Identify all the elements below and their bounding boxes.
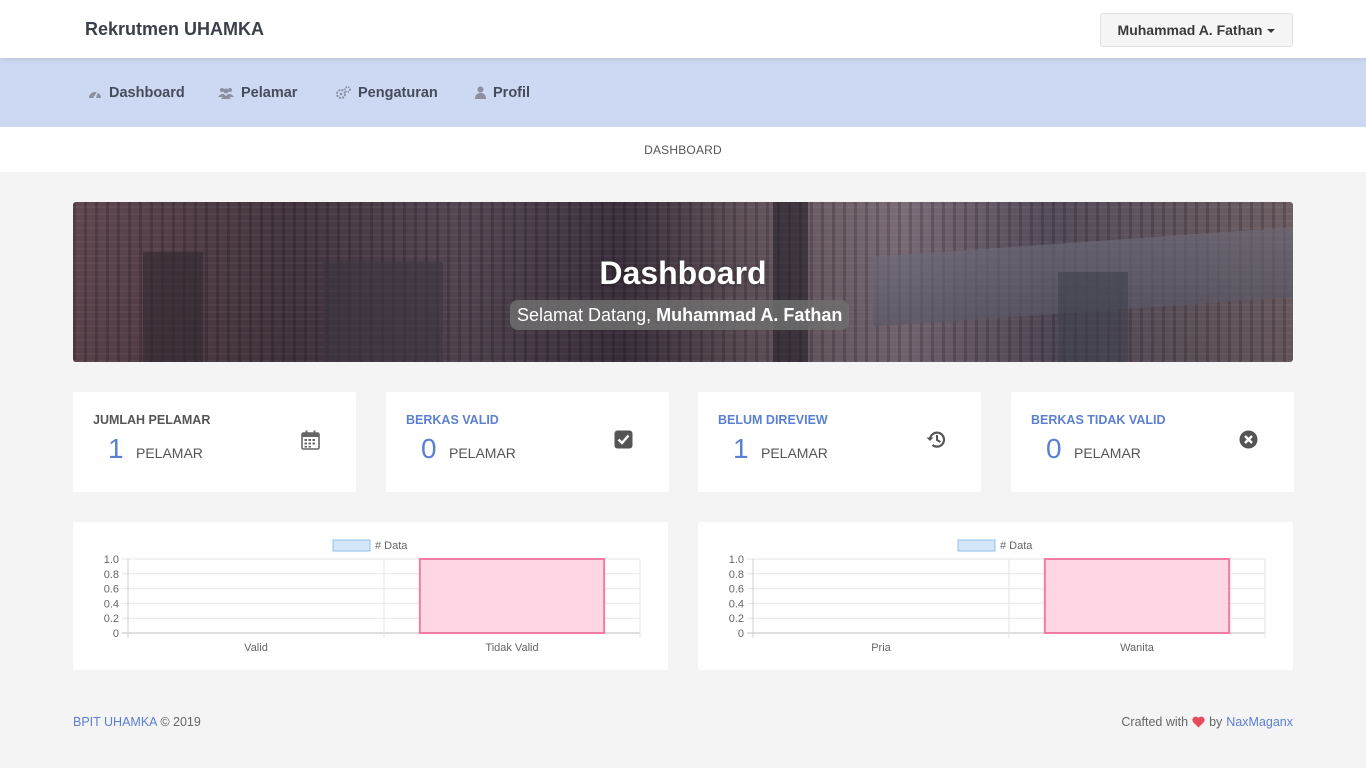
stat-card-berkas-tidak-valid: BERKAS TIDAK VALID 0 PELAMAR	[1011, 392, 1294, 492]
top-header: Rekrutmen UHAMKA Muhammad A. Fathan	[0, 0, 1366, 58]
stat-label: BERKAS TIDAK VALID	[1031, 413, 1166, 427]
y-tick-label: 0.6	[729, 584, 744, 596]
y-tick-label: 0.8	[104, 569, 119, 581]
stat-unit: PELAMAR	[1074, 445, 1141, 461]
legend-label: # Data	[1000, 540, 1033, 552]
stat-card-belum-direview: BELUM DIREVIEW 1 PELAMAR	[698, 392, 981, 492]
footer-year: © 2019	[160, 715, 201, 729]
nav-item-profil[interactable]: Profil	[475, 58, 530, 127]
stat-unit: PELAMAR	[136, 445, 203, 461]
x-tick-label: Tidak Valid	[485, 642, 538, 654]
breadcrumb-bar: DASHBOARD	[0, 127, 1366, 172]
y-tick-label: 0.4	[104, 598, 119, 610]
y-tick-label: 0	[738, 628, 744, 640]
nav-label: Dashboard	[109, 84, 185, 101]
legend-swatch	[332, 539, 371, 552]
bar-chart-gender: # Data 1.0 0.8 0.6 0.4 0.2 0 Pria Wanita	[729, 539, 1266, 654]
y-tick-label: 0.4	[729, 598, 744, 610]
nav-label: Profil	[493, 84, 531, 101]
main-nav: Dashboard Pelamar Pengaturan Profil	[0, 58, 1366, 127]
chart-legend: # Data	[957, 539, 1033, 552]
y-tick-label: 0.6	[104, 584, 119, 596]
breadcrumb: DASHBOARD	[644, 143, 722, 157]
nav-item-pengaturan[interactable]: Pengaturan	[335, 58, 438, 127]
stat-label: BELUM DIREVIEW	[718, 413, 828, 427]
greeting-text: Selamat Datang,	[517, 304, 652, 325]
footer-org-link[interactable]: BPIT UHAMKA	[73, 715, 157, 729]
stat-value: 0	[421, 433, 437, 464]
bar-chart-validitas: # Data 1.0 0.8 0.6 0.4 0.2 0 Valid Tidak Valid	[104, 539, 641, 654]
y-tick-label: 1.0	[104, 554, 119, 566]
legend-swatch	[957, 539, 996, 552]
footer-by: by	[1209, 715, 1223, 729]
x-tick-label: Wanita	[1120, 642, 1155, 654]
footer-credit: Crafted with by NaxMaganx	[1121, 715, 1293, 729]
stat-unit: PELAMAR	[449, 445, 516, 461]
brand-title[interactable]: Rekrutmen UHAMKA	[85, 19, 264, 40]
nav-item-dashboard[interactable]: Dashboard	[88, 58, 185, 127]
legend-label: # Data	[375, 540, 408, 552]
check-square-icon	[614, 430, 633, 449]
stat-label: BERKAS VALID	[406, 413, 499, 427]
footer-author-link[interactable]: NaxMaganx	[1226, 715, 1293, 729]
user-icon	[475, 86, 486, 99]
nav-label: Pelamar	[241, 84, 298, 101]
hero-title: Dashboard	[599, 255, 767, 291]
x-tick-label: Pria	[871, 642, 891, 654]
stat-value: 1	[108, 433, 124, 464]
footer-crafted: Crafted with	[1121, 715, 1189, 729]
calendar-icon	[301, 430, 320, 450]
chart-card-validitas: # Data 1.0 0.8 0.6 0.4 0.2 0 Valid Tidak Valid	[73, 522, 668, 670]
cogs-icon	[336, 85, 351, 99]
hero-banner: Dashboard Selamat Datang, Muhammad A. Fa…	[73, 202, 1293, 362]
stat-label: JUMLAH PELAMAR	[93, 413, 211, 427]
nav-label: Pengaturan	[358, 84, 438, 101]
greeting-user: Muhammad A. Fathan	[656, 304, 843, 325]
x-tick-label: Valid	[244, 642, 268, 654]
stat-unit: PELAMAR	[761, 445, 828, 461]
stat-value: 1	[733, 433, 749, 464]
chart-card-gender: # Data 1.0 0.8 0.6 0.4 0.2 0 Pria Wanita	[698, 522, 1293, 670]
times-circle-icon	[1239, 430, 1258, 449]
stat-card-jumlah-pelamar: JUMLAH PELAMAR 1 PELAMAR	[73, 392, 356, 492]
y-tick-label: 0	[113, 628, 119, 640]
y-tick-label: 1.0	[729, 554, 744, 566]
y-tick-label: 0.8	[729, 569, 744, 581]
hero-greeting: Selamat Datang, Muhammad A. Fathan	[510, 300, 850, 330]
chart-legend: # Data	[332, 539, 408, 552]
y-tick-label: 0.2	[104, 613, 119, 625]
dashboard-icon	[89, 90, 101, 98]
user-name: Muhammad A. Fathan	[1117, 22, 1263, 38]
bar	[1043, 558, 1231, 634]
bar	[418, 558, 606, 634]
nav-item-pelamar[interactable]: Pelamar	[218, 58, 297, 127]
heart-icon	[1192, 716, 1205, 728]
user-menu-button[interactable]: Muhammad A. Fathan	[1100, 13, 1293, 47]
history-icon	[926, 431, 946, 448]
stat-card-berkas-valid: BERKAS VALID 0 PELAMAR	[386, 392, 669, 492]
footer-copyright: BPIT UHAMKA © 2019	[73, 715, 201, 729]
stat-value: 0	[1046, 433, 1062, 464]
caret-down-icon	[1267, 29, 1276, 33]
y-tick-label: 0.2	[729, 613, 744, 625]
users-icon	[218, 87, 234, 99]
